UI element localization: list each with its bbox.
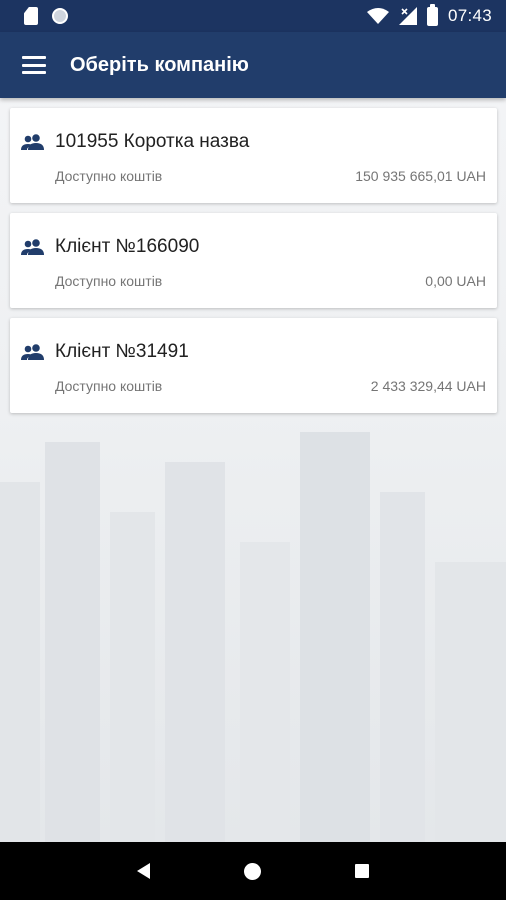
status-left	[24, 7, 68, 25]
back-icon[interactable]	[137, 863, 150, 879]
company-name: Клієнт №31491	[55, 341, 189, 362]
navigation-bar	[0, 842, 506, 900]
wifi-icon	[366, 8, 389, 24]
available-funds-amount: 0,00 UAH	[425, 273, 486, 289]
company-card[interactable]: Клієнт №31491 Доступно коштів 2 433 329,…	[10, 318, 497, 413]
home-icon[interactable]	[244, 862, 261, 880]
company-list-screen: 101955 Коротка назва Доступно коштів 150…	[0, 98, 506, 842]
company-card[interactable]: Клієнт №166090 Доступно коштів 0,00 UAH	[10, 213, 497, 308]
available-funds-label: Доступно коштів	[55, 168, 163, 184]
battery-icon	[426, 3, 438, 26]
status-bar: 07:43	[0, 0, 506, 32]
status-time: 07:43	[447, 6, 492, 25]
available-funds-amount: 150 935 665,01 UAH	[355, 168, 486, 184]
company-list: 101955 Коротка назва Доступно коштів 150…	[10, 108, 497, 423]
company-card[interactable]: 101955 Коротка назва Доступно коштів 150…	[10, 108, 497, 203]
page-title: Оберіть компанію	[70, 53, 249, 76]
recent-apps-icon[interactable]	[355, 864, 369, 878]
company-name: 101955 Коротка назва	[55, 131, 250, 152]
app-bar: Оберіть компанію	[0, 32, 506, 98]
people-icon	[20, 134, 46, 155]
signal-icon	[398, 7, 417, 25]
available-funds-label: Доступно коштів	[55, 378, 163, 394]
notification-circle-icon	[52, 8, 68, 24]
background-city-image	[0, 432, 506, 842]
menu-icon[interactable]	[22, 56, 46, 74]
available-funds-label: Доступно коштів	[55, 273, 163, 289]
sd-card-icon	[24, 7, 38, 25]
people-icon	[20, 239, 46, 260]
status-right: 07:43	[366, 3, 492, 26]
people-icon	[20, 344, 46, 365]
available-funds-amount: 2 433 329,44 UAH	[370, 378, 486, 394]
company-name: Клієнт №166090	[55, 236, 200, 257]
